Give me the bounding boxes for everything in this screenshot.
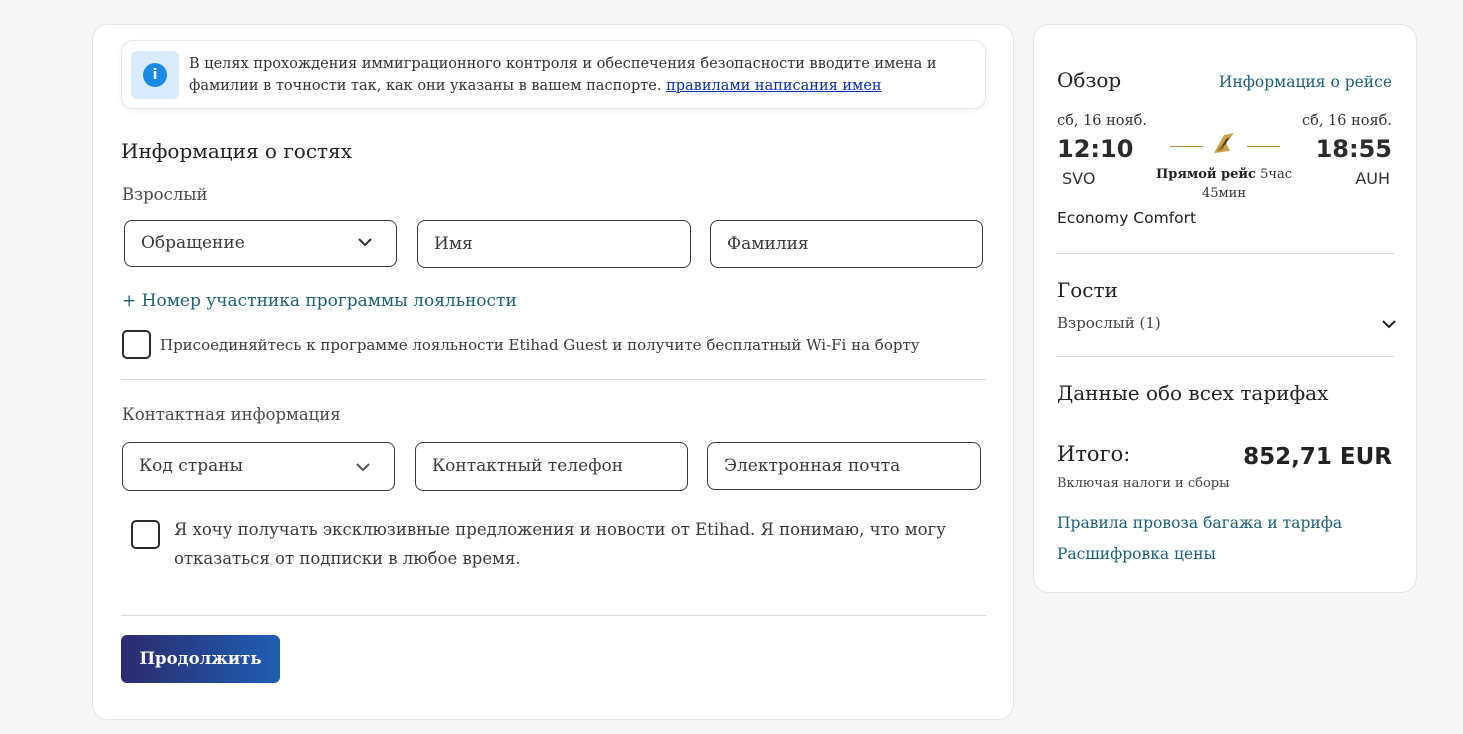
fares-title: Данные обо всех тарифах [1057,381,1329,405]
phone-placeholder: Контактный телефон [432,456,624,476]
summary-divider [1056,356,1394,357]
title-select-placeholder: Обращение [141,233,245,253]
price-breakdown-link[interactable]: Расшифровка цены [1057,545,1216,563]
cabin-class: Economy Comfort [1057,209,1197,227]
email-placeholder: Электронная почта [724,456,901,476]
section-divider [121,615,986,616]
chevron-down-icon [356,463,370,472]
marketing-optin-checkbox[interactable] [131,520,160,549]
chevron-down-icon[interactable] [1380,315,1398,333]
airline-tail-logo-icon [1214,133,1234,153]
first-name-placeholder: Имя [434,234,473,254]
name-rules-link[interactable]: правилами написания имен [666,78,882,94]
departure-time: 12:10 [1057,135,1134,163]
guests-count: Взрослый (1) [1057,314,1161,332]
adult-label: Взрослый [122,185,208,204]
notice-text: В целях прохождения иммиграционного конт… [189,53,979,97]
continue-button[interactable]: Продолжить [121,635,280,683]
info-icon: i [143,63,167,87]
summary-title: Обзор [1057,68,1122,92]
flight-info-link[interactable]: Информация о рейсе [1219,73,1392,91]
direct-flight-label: Прямой рейс [1155,167,1256,182]
departure-date: сб, 16 нояб. [1057,113,1148,129]
guests-title: Гости [1057,278,1118,302]
passport-name-notice: i В целях прохождения иммиграционного ко… [121,40,986,109]
baggage-rules-link[interactable]: Правила провоза багажа и тарифа [1057,514,1342,532]
last-name-field[interactable]: Фамилия [710,220,983,268]
title-select[interactable]: Обращение [124,220,397,267]
info-icon-box: i [131,51,179,99]
last-name-placeholder: Фамилия [727,234,809,254]
marketing-optin-label: Я хочу получать эксклюзивные предложения… [174,520,946,568]
tax-note: Включая налоги и сборы [1057,476,1230,491]
country-code-placeholder: Код страны [139,456,244,476]
duration-hours: 5час [1260,167,1293,182]
section-divider [121,379,986,380]
chevron-down-icon [358,238,372,247]
arrival-airport: AUH [1355,169,1390,188]
total-label: Итого: [1057,442,1131,466]
arrival-time: 18:55 [1315,135,1392,163]
add-loyalty-number-link[interactable]: + Номер участника программы лояльности [122,291,517,311]
departure-airport: SVO [1062,169,1096,188]
guests-section-title: Информация о гостях [121,139,352,163]
contact-section-title: Контактная информация [122,405,341,424]
first-name-field[interactable]: Имя [417,220,691,268]
flight-route-line [1247,146,1280,147]
duration-minutes: 45мин [1202,186,1246,201]
flight-duration: Прямой рейс 5час 45мин [1154,165,1294,203]
booking-summary-card: Обзор Информация о рейсе сб, 16 нояб. сб… [1033,24,1417,593]
arrival-date: сб, 16 нояб. [1301,113,1392,129]
phone-field[interactable]: Контактный телефон [415,442,688,491]
join-loyalty-checkbox[interactable] [122,330,151,359]
join-loyalty-label: Присоединяйтесь к программе лояльности E… [160,336,920,354]
summary-divider [1056,253,1394,254]
guest-details-card: i В целях прохождения иммиграционного ко… [92,24,1014,720]
total-price: 852,71 EUR [1243,444,1392,470]
flight-route-line [1170,146,1203,147]
country-code-select[interactable]: Код страны [122,442,395,491]
email-field[interactable]: Электронная почта [707,442,981,490]
